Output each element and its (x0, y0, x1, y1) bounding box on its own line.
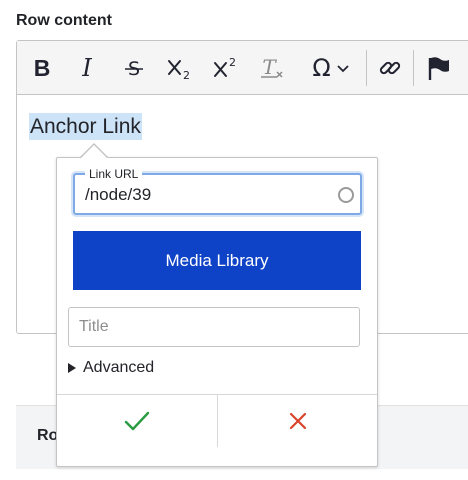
balloon-arrow-fill (81, 145, 107, 158)
superscript-icon: 2 (214, 56, 236, 77)
editor-toolbar: B I S 2 2 T Ω (17, 41, 468, 95)
check-icon (124, 411, 150, 431)
remove-format-button[interactable]: T (255, 50, 289, 86)
svg-text:2: 2 (183, 69, 190, 81)
link-url-label: Link URL (85, 167, 143, 181)
strikethrough-icon: S (125, 58, 143, 80)
caret-right-icon (68, 363, 76, 373)
italic-button[interactable]: I (70, 50, 104, 86)
toolbar-separator (366, 50, 367, 86)
bold-button[interactable]: B (25, 50, 59, 86)
link-url-value[interactable]: /node/39 (85, 185, 151, 205)
chevron-down-icon (337, 65, 349, 73)
cancel-button[interactable] (218, 395, 377, 447)
advanced-toggle[interactable]: Advanced (68, 359, 154, 377)
link-url-field[interactable]: Link URL /node/39 (73, 167, 362, 215)
omega-glyph: Ω (312, 54, 331, 82)
svg-text:2: 2 (229, 56, 236, 69)
advanced-label: Advanced (83, 359, 155, 376)
subscript-button[interactable]: 2 (163, 50, 197, 86)
media-library-button[interactable]: Media Library (73, 231, 361, 290)
superscript-button[interactable]: 2 (209, 50, 243, 86)
link-icon (379, 61, 401, 75)
url-status-icon (338, 187, 354, 203)
toolbar-separator (413, 50, 414, 86)
strikethrough-button[interactable]: S (117, 50, 151, 86)
svg-text:T: T (262, 55, 277, 79)
save-button[interactable] (57, 395, 217, 447)
editor-content[interactable]: Anchor Link (29, 113, 142, 140)
title-input[interactable] (68, 307, 360, 347)
remove-format-icon: T (261, 55, 283, 79)
anchor-button[interactable] (419, 50, 459, 86)
field-label: Row content (16, 12, 112, 29)
close-icon (289, 412, 306, 430)
subscript-icon: 2 (168, 60, 190, 81)
special-characters-button[interactable]: Ω (301, 50, 361, 86)
link-button[interactable] (373, 50, 407, 86)
selected-link-text[interactable]: Anchor Link (29, 113, 142, 140)
flag-icon (428, 57, 449, 80)
